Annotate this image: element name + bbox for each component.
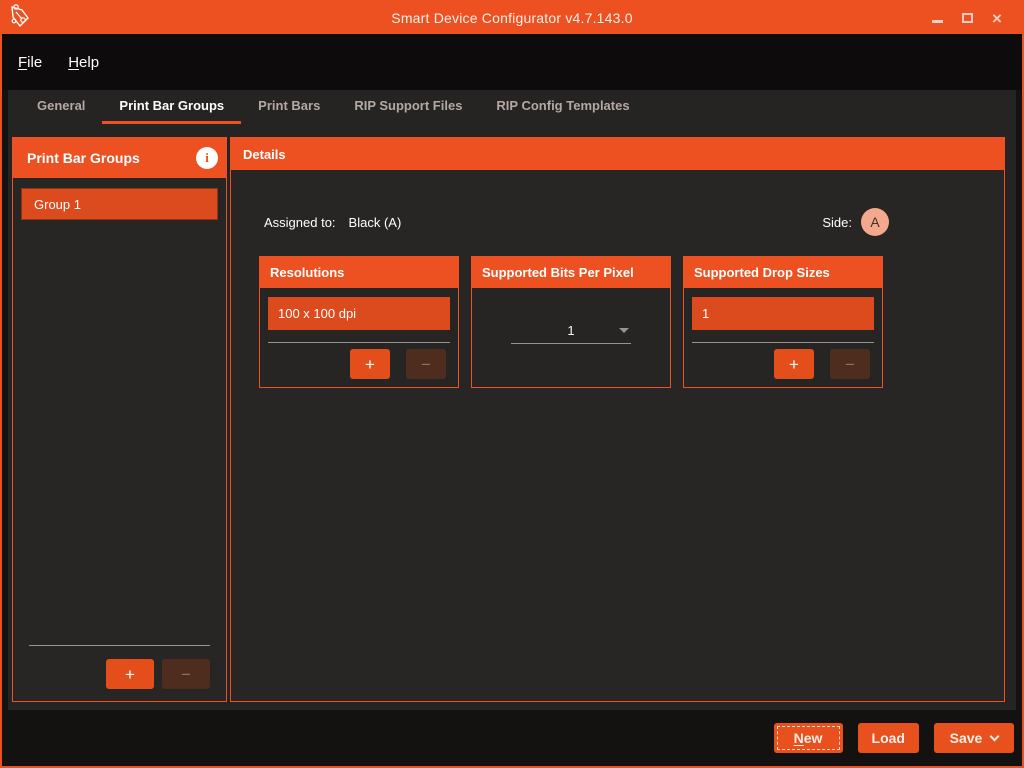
app-window: Smart Device Configurator v4.7.143.0 × F…: [0, 0, 1024, 768]
save-button[interactable]: Save: [934, 723, 1014, 753]
window-title: Smart Device Configurator v4.7.143.0: [2, 10, 1022, 26]
remove-group-button[interactable]: −: [162, 659, 210, 689]
remove-resolution-button[interactable]: −: [406, 349, 446, 379]
bits-per-pixel-box: Supported Bits Per Pixel 1: [471, 256, 671, 388]
tab-general[interactable]: General: [20, 90, 102, 124]
tab-content: Print Bar Groups i Group 1 + − Details A…: [8, 124, 1016, 710]
minimize-icon: [932, 20, 943, 23]
assigned-to-value: Black (A): [349, 215, 402, 230]
drop-sizes-box-title: Supported Drop Sizes: [684, 257, 882, 288]
tab-print-bars[interactable]: Print Bars: [241, 90, 337, 124]
assigned-to-label: Assigned to:: [264, 215, 336, 230]
maximize-button[interactable]: [952, 5, 982, 31]
add-group-button[interactable]: +: [106, 659, 154, 689]
drop-size-list-item[interactable]: 1: [692, 297, 874, 330]
footer-bar: New Load Save: [2, 710, 1022, 766]
tab-rip-config-templates[interactable]: RIP Config Templates: [479, 90, 646, 124]
resolutions-box-title: Resolutions: [260, 257, 458, 288]
new-button[interactable]: New: [774, 723, 843, 753]
menu-bar: File Help: [2, 34, 1022, 90]
drop-sizes-box: Supported Drop Sizes 1 + −: [683, 256, 883, 388]
print-bar-groups-panel-title: Print Bar Groups: [27, 150, 140, 166]
chevron-down-icon: [990, 731, 1000, 741]
print-bar-groups-panel-header: Print Bar Groups i: [13, 138, 226, 178]
config-boxes-row: Resolutions 100 x 100 dpi + − Supported …: [259, 256, 1004, 388]
close-button[interactable]: ×: [982, 5, 1012, 31]
close-icon: ×: [992, 10, 1002, 27]
bits-per-pixel-dropdown[interactable]: 1: [511, 318, 631, 344]
list-item-group-1[interactable]: Group 1: [21, 188, 218, 220]
group-list: Group 1: [13, 178, 226, 645]
add-drop-size-button[interactable]: +: [774, 349, 814, 379]
resolutions-actions: + −: [260, 343, 458, 379]
side-group: Side: A: [822, 208, 889, 236]
tab-strip: General Print Bar Groups Print Bars RIP …: [8, 90, 1016, 124]
drop-sizes-actions: + −: [684, 343, 882, 379]
bits-per-pixel-value: 1: [567, 323, 574, 338]
details-body: Assigned to: Black (A) Side: A Resolutio…: [231, 170, 1004, 701]
group-list-actions: + −: [13, 646, 226, 701]
menu-item-help[interactable]: Help: [68, 54, 99, 71]
side-badge: A: [861, 208, 889, 236]
side-label: Side:: [822, 215, 852, 230]
tab-print-bar-groups[interactable]: Print Bar Groups: [102, 90, 241, 124]
resolution-list-item[interactable]: 100 x 100 dpi: [268, 297, 450, 330]
tab-control: General Print Bar Groups Print Bars RIP …: [8, 90, 1016, 710]
details-panel: Details Assigned to: Black (A) Side: A: [230, 137, 1005, 702]
info-icon[interactable]: i: [196, 147, 218, 169]
window-controls: ×: [922, 5, 1012, 31]
resolutions-box: Resolutions 100 x 100 dpi + −: [259, 256, 459, 388]
maximize-icon: [962, 13, 973, 23]
bits-per-pixel-box-title: Supported Bits Per Pixel: [472, 257, 670, 288]
remove-drop-size-button[interactable]: −: [830, 349, 870, 379]
details-panel-title: Details: [231, 138, 1004, 170]
title-bar: Smart Device Configurator v4.7.143.0 ×: [2, 2, 1022, 34]
minimize-button[interactable]: [922, 5, 952, 31]
load-button[interactable]: Load: [858, 723, 919, 753]
add-resolution-button[interactable]: +: [350, 349, 390, 379]
tab-rip-support-files[interactable]: RIP Support Files: [337, 90, 479, 124]
chevron-down-icon: [619, 328, 629, 333]
print-bar-groups-panel: Print Bar Groups i Group 1 + −: [12, 137, 227, 702]
menu-item-file[interactable]: File: [18, 54, 42, 71]
assigned-row: Assigned to: Black (A) Side: A: [264, 206, 1004, 238]
